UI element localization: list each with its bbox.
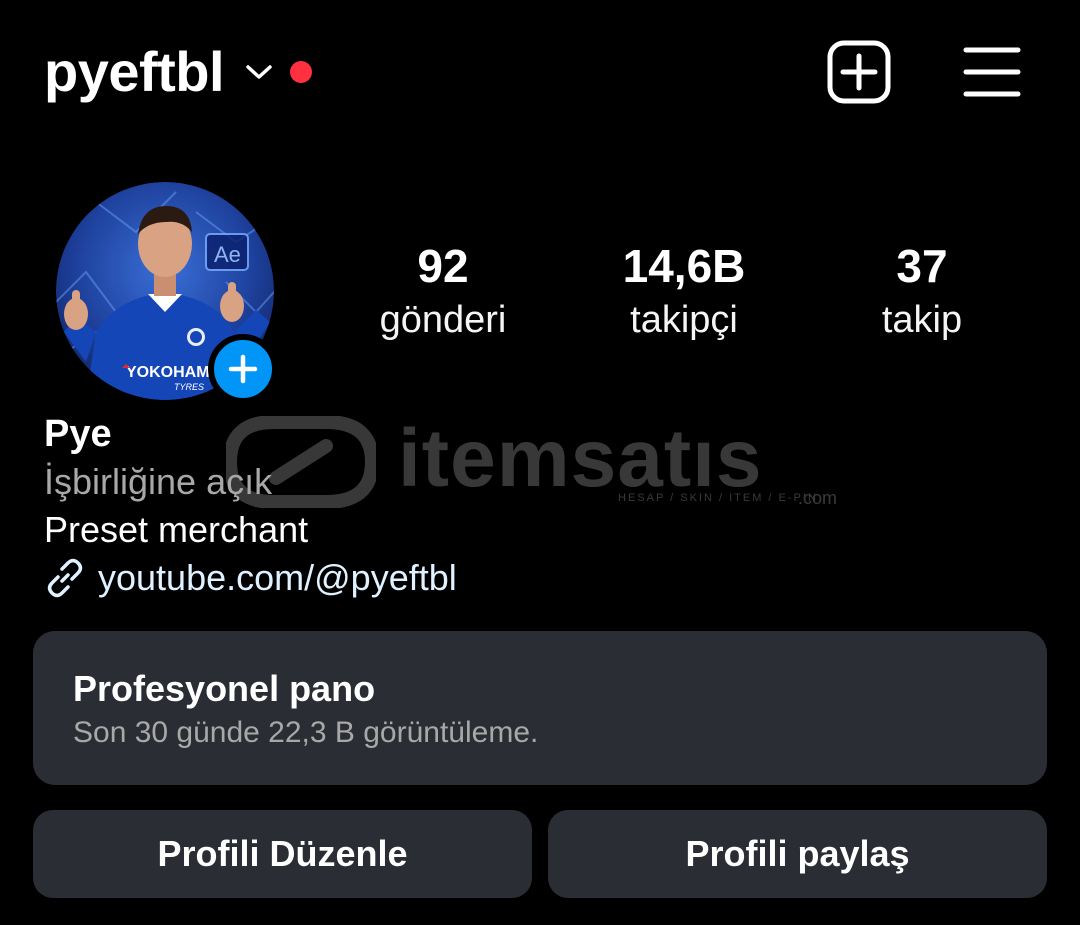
plus-square-icon <box>827 40 891 104</box>
top-bar: pyeftbl <box>0 0 1080 140</box>
bio-section: Pye İşbirliğine açık Preset merchant you… <box>44 410 744 602</box>
dashboard-subtitle: Son 30 günde 22,3 B görüntüleme. <box>73 716 539 749</box>
create-post-button[interactable] <box>826 40 892 104</box>
bio-text: Preset merchant <box>44 509 309 550</box>
add-story-button[interactable] <box>208 334 278 404</box>
following-label: takip <box>881 299 963 341</box>
followers-count[interactable]: 14,6B takipçi <box>584 238 784 346</box>
posts-number: 92 <box>417 240 469 292</box>
svg-text:TYRES: TYRES <box>174 382 204 392</box>
following-count[interactable]: 37 takip <box>822 238 1022 346</box>
account-switcher[interactable]: pyeftbl <box>44 38 313 106</box>
edit-profile-button[interactable]: Profili Düzenle <box>33 810 532 898</box>
following-number: 37 <box>896 240 948 292</box>
profile-category: İşbirliğine açık <box>44 461 273 502</box>
svg-text:Ae: Ae <box>214 242 241 267</box>
notification-dot <box>290 61 313 83</box>
watermark-suffix: .com <box>798 488 838 508</box>
username-title: pyeftbl <box>44 40 225 103</box>
link-icon <box>44 557 86 599</box>
chevron-down-icon[interactable] <box>244 62 274 82</box>
plus-icon <box>228 354 258 384</box>
bio-link[interactable]: youtube.com/@pyeftbl <box>44 554 744 602</box>
dashboard-title: Profesyonel pano <box>73 668 376 709</box>
share-profile-button[interactable]: Profili paylaş <box>548 810 1047 898</box>
display-name: Pye <box>44 413 112 455</box>
posts-label: gönderi <box>379 299 507 341</box>
followers-label: takipçi <box>630 299 738 341</box>
followers-number: 14,6B <box>622 240 746 292</box>
posts-count[interactable]: 92 gönderi <box>343 238 543 346</box>
menu-button[interactable] <box>960 44 1024 100</box>
profile-avatar[interactable]: Ae YOKOHAMA TYRES <box>56 182 278 404</box>
bio-link-text[interactable]: youtube.com/@pyeftbl <box>98 554 457 602</box>
hamburger-menu-icon <box>963 47 1021 97</box>
professional-dashboard[interactable]: Profesyonel pano Son 30 günde 22,3 B gör… <box>33 631 1047 785</box>
